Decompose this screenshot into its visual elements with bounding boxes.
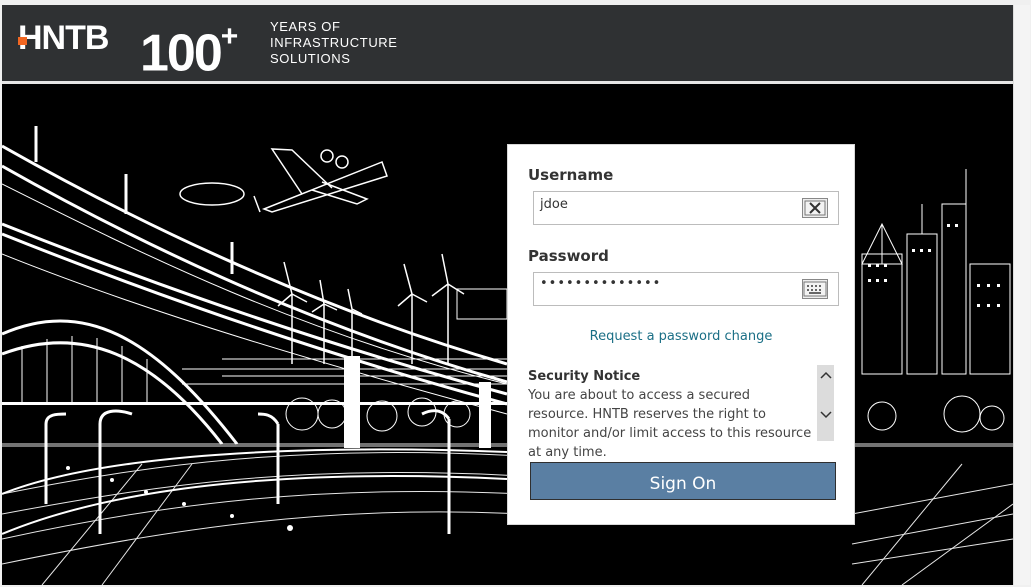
- login-panel: Username jdoe Password •••••••••••••• Re…: [507, 144, 855, 525]
- password-change-link[interactable]: Request a password change: [508, 329, 854, 344]
- chevron-up-icon[interactable]: [820, 369, 832, 383]
- password-field[interactable]: ••••••••••••••: [533, 272, 839, 306]
- logo-accent: [18, 37, 27, 45]
- anniversary-hundred: 100: [140, 24, 223, 83]
- username-field[interactable]: jdoe: [533, 191, 839, 225]
- username-value: jdoe: [540, 197, 568, 212]
- security-notice: Security Notice You are about to access …: [528, 367, 812, 462]
- page-viewport: HNTB 100+ YEARS OF INFRASTRUCTURE SOLUTI…: [2, 5, 1013, 585]
- sign-on-button[interactable]: Sign On: [530, 462, 836, 500]
- tagline-line-1: YEARS OF: [270, 19, 341, 34]
- notice-scrollbar[interactable]: [817, 365, 834, 441]
- anniversary-plus: +: [220, 20, 238, 53]
- anniversary-tagline: YEARS OF INFRASTRUCTURE SOLUTIONS: [270, 19, 398, 67]
- chevron-down-icon[interactable]: [820, 409, 832, 423]
- security-notice-title: Security Notice: [528, 369, 641, 384]
- password-label: Password: [528, 247, 609, 265]
- username-label: Username: [528, 166, 614, 184]
- password-value: ••••••••••••••: [540, 276, 662, 291]
- security-notice-text: You are about to access a secured resour…: [528, 388, 812, 460]
- tagline-line-3: SOLUTIONS: [270, 51, 351, 66]
- page-scrollbar[interactable]: [1013, 5, 1030, 585]
- browser-frame: HNTB 100+ YEARS OF INFRASTRUCTURE SOLUTI…: [0, 0, 1031, 587]
- hntb-logo: HNTB: [18, 19, 109, 58]
- site-header: HNTB 100+ YEARS OF INFRASTRUCTURE SOLUTI…: [2, 5, 1013, 84]
- logo-text: HNTB: [18, 19, 109, 57]
- clear-icon[interactable]: [802, 198, 828, 218]
- keyboard-icon[interactable]: [802, 279, 828, 299]
- tagline-line-2: INFRASTRUCTURE: [270, 35, 398, 50]
- anniversary-number: 100+: [140, 13, 238, 83]
